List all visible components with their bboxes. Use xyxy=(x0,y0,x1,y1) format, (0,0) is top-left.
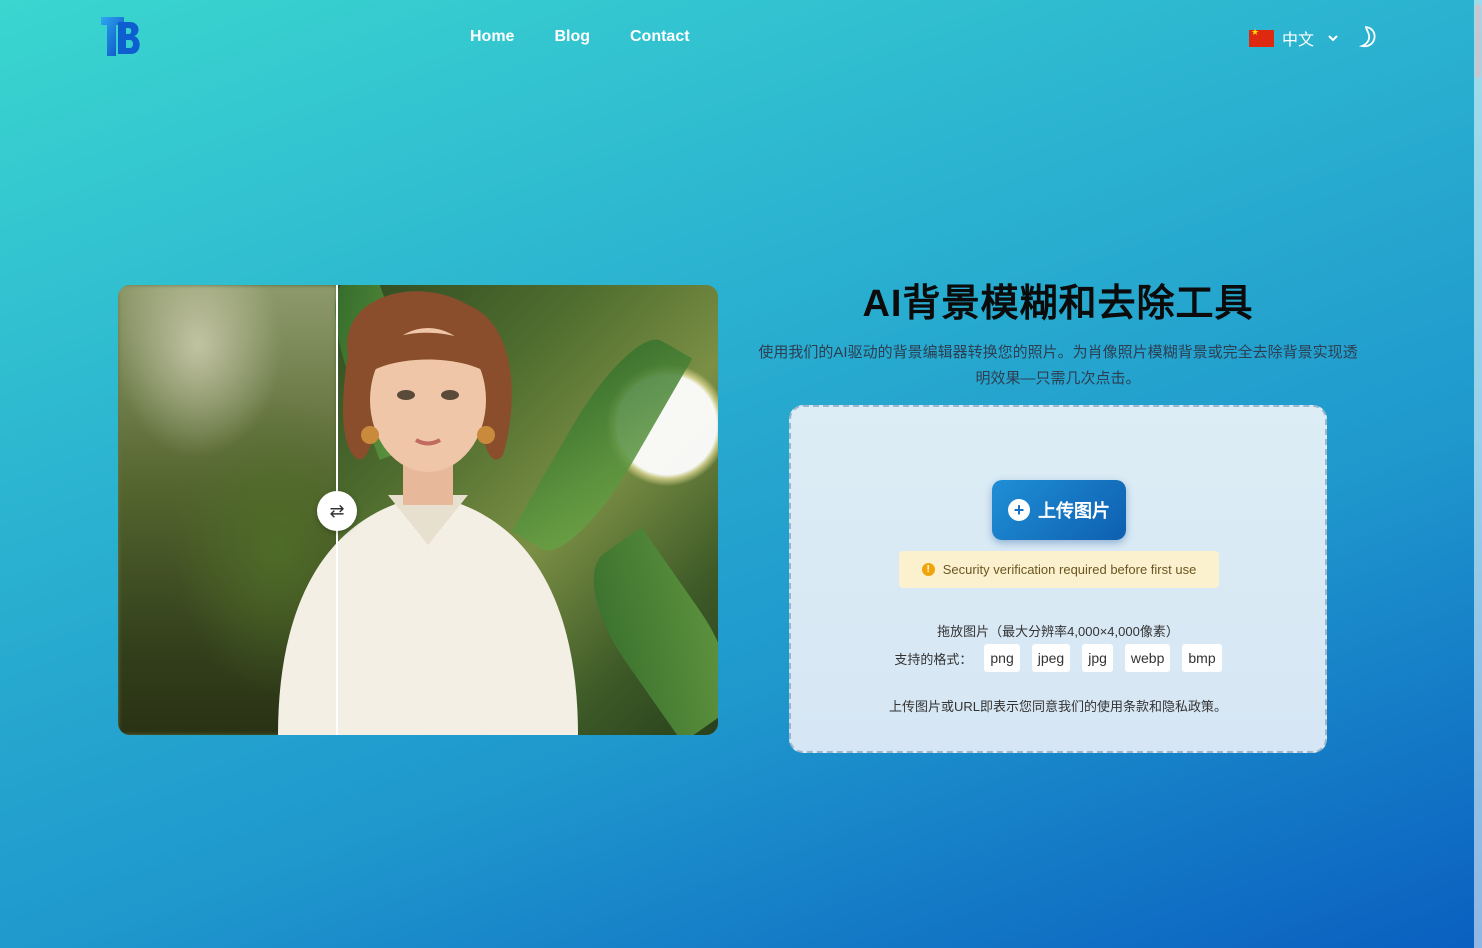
security-notice: ! Security verification required before … xyxy=(899,551,1219,588)
drop-instructions: 拖放图片（最大分辨率4,000×4,000像素） xyxy=(937,624,1179,639)
nav-home[interactable]: Home xyxy=(470,28,514,46)
chevron-down-icon xyxy=(1328,35,1338,42)
swap-arrows-icon[interactable]: ⇄ xyxy=(317,491,357,531)
moon-icon[interactable] xyxy=(1356,24,1382,50)
format-badge: jpg xyxy=(1082,644,1113,672)
nav-blog[interactable]: Blog xyxy=(554,28,590,46)
language-label: 中文 xyxy=(1282,32,1315,49)
logo[interactable] xyxy=(100,16,144,58)
security-notice-text: Security verification required before fi… xyxy=(942,562,1197,577)
format-badge: jpeg xyxy=(1031,644,1071,672)
page-subtitle: 使用我们的AI驱动的背景编辑器转换您的照片。为肖像照片模糊背景或完全去除背景实现… xyxy=(758,344,1358,387)
terms-notice: 上传图片或URL即表示您同意我们的使用条款和隐私政策。 xyxy=(888,699,1227,714)
upload-button-label: 上传图片 xyxy=(1038,501,1110,521)
language-selector[interactable]: 中文 xyxy=(1249,26,1340,50)
upload-dropzone[interactable]: + 上传图片 ! Security verification required … xyxy=(789,405,1327,753)
format-badge: png xyxy=(984,644,1020,672)
plus-circle-icon: + xyxy=(1008,499,1030,521)
nav-contact[interactable]: Contact xyxy=(630,28,690,46)
supported-formats: 支持的格式： png jpeg jpg webp bmp xyxy=(791,644,1325,672)
scrollbar[interactable] xyxy=(1474,0,1482,948)
china-flag-icon xyxy=(1249,27,1274,47)
warning-icon: ! xyxy=(921,563,935,576)
before-after-image[interactable]: ⇄ xyxy=(118,285,718,735)
scroll-thumb[interactable] xyxy=(1475,4,1481,78)
main-nav: Home Blog Contact xyxy=(470,28,690,46)
format-badge: webp xyxy=(1124,644,1171,672)
formats-label: 支持的格式： xyxy=(894,651,973,667)
portrait-woman xyxy=(278,291,578,735)
upload-image-button[interactable]: + 上传图片 xyxy=(992,480,1126,540)
page-title: AI背景模糊和去除工具 xyxy=(862,283,1254,325)
format-badge: bmp xyxy=(1182,644,1222,672)
